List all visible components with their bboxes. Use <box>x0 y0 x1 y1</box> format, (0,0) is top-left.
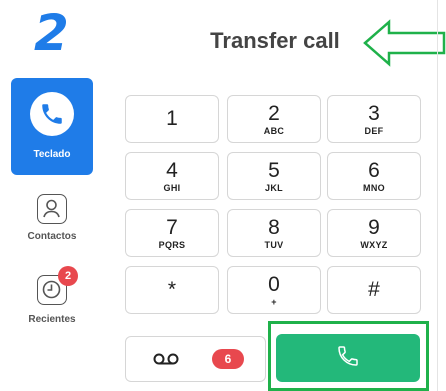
key-letters: TUV <box>264 240 284 250</box>
key-hash[interactable]: # <box>327 266 421 314</box>
key-digit: * <box>167 278 177 301</box>
sidebar-item-label: Teclado <box>33 149 71 160</box>
key-digit: 4 <box>166 159 178 182</box>
recent-count-badge: 2 <box>58 266 78 286</box>
sidebar-item-keypad[interactable]: Teclado <box>11 78 93 175</box>
sidebar-item-label: Contactos <box>27 231 77 242</box>
key-letters: MNO <box>363 183 385 193</box>
key-digit: 6 <box>368 159 380 182</box>
key-letters: DEF <box>364 126 384 136</box>
key-star[interactable]: * <box>125 266 219 314</box>
key-9[interactable]: 9 WXYZ <box>327 209 421 257</box>
call-button[interactable] <box>276 334 420 382</box>
key-digit: # <box>368 278 380 301</box>
key-4[interactable]: 4 GHI <box>125 152 219 200</box>
voicemail-icon <box>153 352 179 371</box>
page-title: Transfer call <box>210 28 340 53</box>
key-letters: PQRS <box>158 240 186 250</box>
key-letters: GHI <box>163 183 181 193</box>
step-number: 2 <box>34 4 69 62</box>
key-digit: 7 <box>166 216 178 239</box>
key-digit: 5 <box>268 159 280 182</box>
phone-icon <box>30 92 74 136</box>
key-5[interactable]: 5 JKL <box>227 152 321 200</box>
key-1[interactable]: 1 <box>125 95 219 143</box>
key-6[interactable]: 6 MNO <box>327 152 421 200</box>
contact-card-icon <box>37 194 67 224</box>
key-digit: 3 <box>368 102 380 125</box>
phone-icon <box>336 344 360 373</box>
key-letters: WXYZ <box>360 240 388 250</box>
arrow-left-icon <box>362 18 446 73</box>
voicemail-count-badge: 6 <box>212 349 244 369</box>
key-0[interactable]: 0 + <box>227 266 321 314</box>
key-7[interactable]: 7 PQRS <box>125 209 219 257</box>
key-digit: 1 <box>166 107 178 130</box>
key-digit: 8 <box>268 216 280 239</box>
voicemail-button[interactable]: 6 <box>125 336 266 382</box>
sidebar-item-recent[interactable]: 2 Recientes <box>11 266 93 328</box>
key-letters: JKL <box>265 183 283 193</box>
sidebar-item-contacts[interactable]: Contactos <box>11 190 93 250</box>
key-digit: 0 <box>268 273 280 296</box>
panel-divider <box>437 0 438 391</box>
key-8[interactable]: 8 TUV <box>227 209 321 257</box>
key-digit: 2 <box>268 102 280 125</box>
key-2[interactable]: 2 ABC <box>227 95 321 143</box>
key-digit: 9 <box>368 216 380 239</box>
key-letters: + <box>271 297 277 307</box>
sidebar-item-label: Recientes <box>28 314 76 325</box>
key-letters: ABC <box>263 126 285 136</box>
key-3[interactable]: 3 DEF <box>327 95 421 143</box>
